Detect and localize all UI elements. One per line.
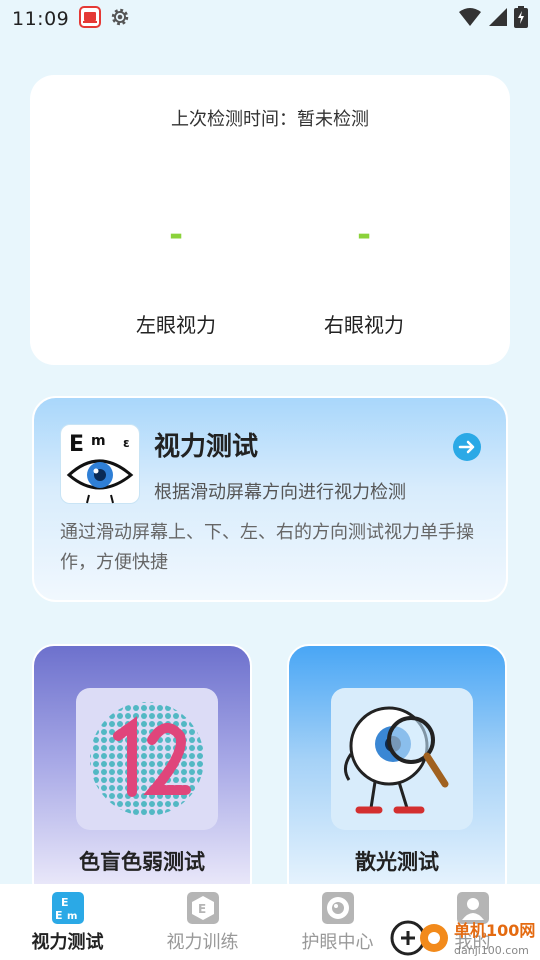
status-system-icons bbox=[458, 6, 528, 32]
signal-icon bbox=[488, 7, 508, 31]
last-check-time: 上次检测时间：暂未检测 bbox=[171, 109, 369, 130]
site-watermark: 单机100网 danji100.com bbox=[388, 912, 540, 960]
eye-chart-icon: E m ε bbox=[60, 424, 140, 504]
astigmatism-test-card[interactable]: 散光测试 bbox=[287, 644, 507, 904]
right-eye-value: - bbox=[356, 215, 372, 255]
arrow-right-circle-icon[interactable] bbox=[452, 432, 482, 466]
vision-training-tab-icon: E bbox=[187, 892, 219, 924]
tab-vision-test[interactable]: E E m 视力测试 bbox=[0, 884, 135, 960]
tab-vision-test-label: 视力测试 bbox=[31, 932, 104, 953]
vision-test-description: 通过滑动屏幕上、下、左、右的方向测试视力单手操作，方便快捷 bbox=[60, 522, 474, 573]
vision-test-subtitle: 根据滑动屏幕方向进行视力检测 bbox=[154, 482, 406, 503]
astigmatism-test-label: 散光测试 bbox=[355, 850, 439, 874]
tab-vision-training[interactable]: E 视力训练 bbox=[135, 884, 270, 960]
right-eye-result: - 右眼视力 bbox=[284, 215, 444, 338]
notification-app-icon bbox=[79, 6, 102, 32]
settings-gear-icon bbox=[109, 6, 131, 32]
left-eye-value: - bbox=[168, 215, 184, 255]
color-blindness-test-label: 色盲色弱测试 bbox=[79, 850, 205, 874]
battery-charging-icon bbox=[514, 6, 528, 32]
svg-text:ε: ε bbox=[123, 436, 130, 450]
watermark-url: danji100.com bbox=[454, 944, 529, 957]
svg-text:E: E bbox=[69, 432, 84, 457]
eyeball-magnifier-icon bbox=[331, 688, 473, 830]
color-blindness-test-card[interactable]: 色盲色弱测试 bbox=[32, 644, 252, 904]
tab-eye-care-label: 护眼中心 bbox=[301, 932, 374, 953]
vision-summary-card: 上次检测时间：暂未检测 - 左眼视力 - 右眼视力 bbox=[30, 75, 510, 365]
status-bar: 11:09 bbox=[0, 0, 540, 38]
status-notification-icons bbox=[79, 6, 131, 32]
svg-text:m: m bbox=[67, 911, 77, 922]
color-plate-icon bbox=[76, 688, 218, 830]
left-eye-result: - 左眼视力 bbox=[96, 215, 256, 338]
eye-care-tab-icon bbox=[322, 892, 354, 924]
svg-text:E: E bbox=[55, 909, 63, 922]
vision-test-title: 视力测试 bbox=[154, 432, 259, 462]
tab-vision-training-label: 视力训练 bbox=[166, 932, 239, 953]
svg-text:E: E bbox=[198, 902, 206, 916]
watermark-brand: 单机100网 bbox=[454, 921, 535, 940]
status-time: 11:09 bbox=[12, 8, 70, 30]
svg-text:m: m bbox=[91, 433, 106, 449]
left-eye-label: 左眼视力 bbox=[136, 313, 216, 337]
vision-test-tab-icon: E E m bbox=[52, 892, 84, 924]
wifi-icon bbox=[458, 7, 482, 31]
tab-eye-care[interactable]: 护眼中心 bbox=[270, 884, 405, 960]
svg-text:E: E bbox=[61, 896, 69, 909]
vision-test-card[interactable]: E m ε 视力测试 根据滑动屏幕方向进行视力检测 通过滑动屏幕上、下、左、右的… bbox=[32, 396, 508, 602]
right-eye-label: 右眼视力 bbox=[324, 313, 404, 337]
